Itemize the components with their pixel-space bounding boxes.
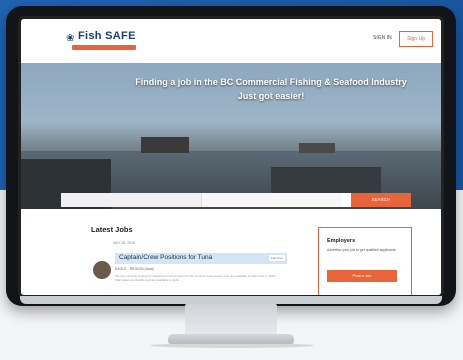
company-avatar: [93, 261, 111, 279]
job-listing-card[interactable]: Captain/Crew Positions for Tuna Full Tim…: [91, 247, 289, 293]
sign-in-link[interactable]: SIGN IN: [373, 35, 392, 41]
hero-banner: Finding a job in the BC Commercial Fishi…: [21, 63, 441, 209]
latest-jobs-heading: Latest Jobs: [91, 225, 133, 234]
fish-icon: ❀: [66, 33, 75, 44]
post-job-button[interactable]: Post a Job: [327, 270, 397, 282]
hero-subtitle: Just got easier!: [237, 91, 305, 101]
logo-tagline-bar: [72, 45, 136, 50]
site-logo[interactable]: ❀ Fish SAFE: [66, 29, 136, 55]
monitor-screen: ❀ Fish SAFE SIGN IN Sign Up Jobs Compani…: [21, 19, 441, 295]
monitor-chin: [20, 296, 442, 304]
site-header: ❀ Fish SAFE SIGN IN Sign Up Jobs Compani…: [21, 19, 441, 67]
job-search-bar: SEARCH: [61, 193, 411, 207]
job-date: MAY 28, 2018: [113, 241, 135, 245]
employers-text: Advertise your job to get qualified appl…: [327, 248, 396, 252]
search-button[interactable]: SEARCH: [351, 193, 411, 207]
employers-panel: Employers Advertise your job to get qual…: [318, 227, 412, 295]
logo-text: Fish SAFE: [78, 30, 136, 42]
job-description: We are currently looking for Captains/Cr…: [115, 274, 279, 282]
hero-title: Finding a job in the BC Commercial Fishi…: [135, 77, 407, 87]
keyword-search-input[interactable]: [61, 193, 202, 207]
location-search-input[interactable]: [202, 193, 342, 207]
main-nav: Jobs Companies Post a Job Job Seeker Pro…: [61, 53, 421, 67]
signup-button[interactable]: Sign Up: [399, 31, 433, 47]
fishing-boat-image: [299, 143, 335, 153]
monitor-stand-base: [168, 334, 294, 344]
monitor: ❀ Fish SAFE SIGN IN Sign Up Jobs Compani…: [6, 6, 456, 306]
content-section: Latest Jobs MAY 28, 2018 Captain/Crew Po…: [21, 209, 441, 295]
job-location: EAGLE - REGION (tuna): [115, 267, 154, 271]
fishing-boat-image: [141, 137, 189, 153]
employers-title: Employers: [327, 238, 356, 244]
job-title-link[interactable]: Captain/Crew Positions for Tuna: [119, 254, 212, 261]
job-type-badge: Full Time: [269, 255, 285, 261]
monitor-stand-neck: [185, 304, 277, 338]
